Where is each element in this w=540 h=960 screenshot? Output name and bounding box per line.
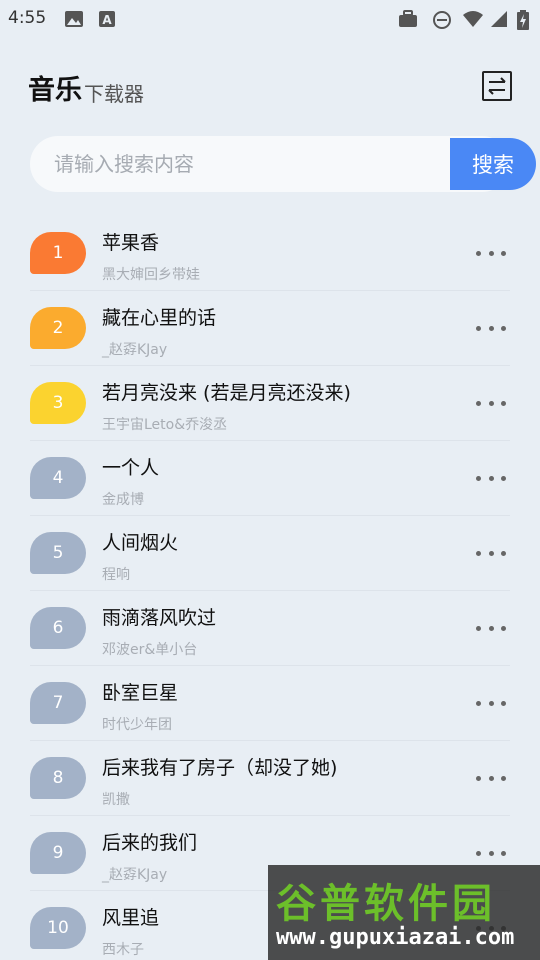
song-item[interactable]: 6 雨滴落风吹过 邓波er&单小台 <box>0 591 540 666</box>
rank-badge: 2 <box>30 307 86 349</box>
more-icon <box>476 475 481 481</box>
rank-badge: 5 <box>30 532 86 574</box>
song-item[interactable]: 3 若月亮没来 (若是月亮还没来) 王宇宙Leto&乔浚丞 <box>0 366 540 441</box>
song-title: 苹果香 <box>102 232 160 254</box>
wifi-icon <box>463 11 483 27</box>
image-icon <box>65 11 83 27</box>
rank-badge: 4 <box>30 457 86 499</box>
song-title: 风里追 <box>102 907 160 929</box>
song-title: 卧室巨星 <box>102 682 179 704</box>
switch-button[interactable] <box>482 71 512 101</box>
more-icon <box>476 250 481 256</box>
song-list: 1 苹果香 黑大婶回乡带娃 2 藏在心里的话 _赵孬KJay 3 若月亮没来 (… <box>0 216 540 960</box>
watermark-url: www.gupuxiazai.com <box>276 925 515 950</box>
search-box: 搜索 <box>30 136 536 192</box>
song-item[interactable]: 5 人间烟火 程响 <box>0 516 540 591</box>
song-item[interactable]: 7 卧室巨星 时代少年团 <box>0 666 540 741</box>
more-icon <box>476 325 481 331</box>
more-options-button[interactable] <box>476 393 506 413</box>
search-input[interactable] <box>30 136 420 192</box>
more-options-button[interactable] <box>476 543 506 563</box>
more-options-button[interactable] <box>476 243 506 263</box>
song-title: 后来我有了房子（却没了她) <box>102 757 338 779</box>
signal-icon <box>491 11 507 27</box>
status-time: 4:55 <box>8 8 47 28</box>
more-options-button[interactable] <box>476 768 506 788</box>
song-artist: 邓波er&单小台 <box>102 642 198 658</box>
song-artist: 程响 <box>102 567 130 583</box>
song-artist: 西木子 <box>102 942 144 958</box>
svg-text:A: A <box>102 13 112 27</box>
switch-icon <box>488 77 506 95</box>
song-artist: 时代少年团 <box>102 717 172 733</box>
song-artist: 黑大婶回乡带娃 <box>102 267 200 283</box>
rank-badge: 6 <box>30 607 86 649</box>
briefcase-icon <box>399 10 417 27</box>
song-title: 雨滴落风吹过 <box>102 607 217 629</box>
song-title: 人间烟火 <box>102 532 179 554</box>
app-subtitle: 下载器 <box>84 82 144 106</box>
more-icon <box>476 625 481 631</box>
battery-charging-icon <box>517 10 529 30</box>
song-artist: 金成博 <box>102 492 144 508</box>
song-title: 后来的我们 <box>102 832 198 854</box>
more-options-button[interactable] <box>476 618 506 638</box>
rank-badge: 3 <box>30 382 86 424</box>
rank-badge: 1 <box>30 232 86 274</box>
song-item[interactable]: 1 苹果香 黑大婶回乡带娃 <box>0 216 540 291</box>
song-title: 若月亮没来 (若是月亮还没来) <box>102 382 351 404</box>
more-icon <box>476 550 481 556</box>
more-icon <box>476 850 481 856</box>
watermark: 谷普软件园 www.gupuxiazai.com <box>268 865 540 960</box>
more-icon <box>476 775 481 781</box>
watermark-logo-text: 谷普软件园 <box>276 881 496 927</box>
more-options-button[interactable] <box>476 468 506 488</box>
more-icon <box>476 400 481 406</box>
song-artist: 王宇宙Leto&乔浚丞 <box>102 417 228 433</box>
more-icon <box>476 700 481 706</box>
a-badge-icon: A <box>99 11 115 27</box>
app-title: 音乐 <box>28 75 82 106</box>
rank-badge: 10 <box>30 907 86 949</box>
song-artist: _赵孬KJay <box>102 342 168 358</box>
more-options-button[interactable] <box>476 693 506 713</box>
status-bar: 4:55 A <box>0 0 540 38</box>
more-options-button[interactable] <box>476 843 506 863</box>
song-item[interactable]: 2 藏在心里的话 _赵孬KJay <box>0 291 540 366</box>
rank-badge: 9 <box>30 832 86 874</box>
song-title: 藏在心里的话 <box>102 307 217 329</box>
rank-badge: 7 <box>30 682 86 724</box>
song-artist: 凯撒 <box>102 792 130 808</box>
do-not-disturb-icon <box>433 11 451 29</box>
song-item[interactable]: 8 后来我有了房子（却没了她) 凯撒 <box>0 741 540 816</box>
more-options-button[interactable] <box>476 318 506 338</box>
search-button[interactable]: 搜索 <box>450 138 536 190</box>
song-title: 一个人 <box>102 457 160 479</box>
song-item[interactable]: 4 一个人 金成博 <box>0 441 540 516</box>
rank-badge: 8 <box>30 757 86 799</box>
song-artist: _赵孬KJay <box>102 867 168 883</box>
